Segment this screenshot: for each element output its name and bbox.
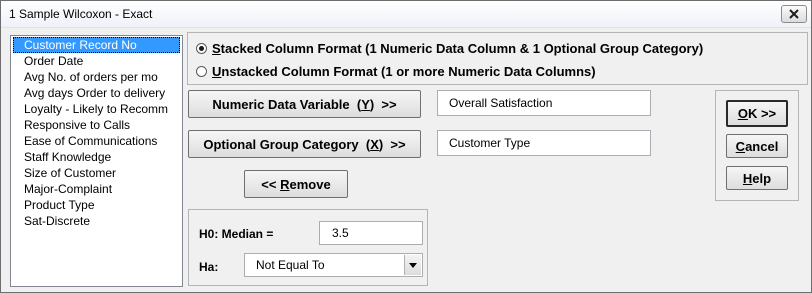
- button-accel: R: [280, 176, 290, 192]
- close-icon: [789, 9, 799, 19]
- list-item[interactable]: Ease of Communications: [11, 133, 182, 149]
- list-item[interactable]: Major-Complaint: [11, 181, 182, 197]
- button-accel: Y: [361, 96, 370, 112]
- dropdown-button[interactable]: [404, 255, 421, 275]
- button-label: K >>: [747, 106, 777, 121]
- ha-select[interactable]: Not Equal To: [244, 253, 423, 277]
- numeric-data-field[interactable]: Overall Satisfaction: [437, 90, 651, 116]
- cancel-button[interactable]: Cancel: [726, 134, 788, 158]
- button-label: ancel: [745, 138, 779, 154]
- list-item[interactable]: Staff Knowledge: [11, 149, 182, 165]
- numeric-data-variable-button[interactable]: Numeric Data Variable (Y) >>: [188, 90, 421, 118]
- h0-median-input[interactable]: 3.5: [319, 221, 423, 245]
- list-item[interactable]: Avg days Order to delivery: [11, 85, 182, 101]
- close-button[interactable]: [781, 5, 807, 23]
- title-bar[interactable]: 1 Sample Wilcoxon - Exact: [1, 1, 811, 28]
- list-item[interactable]: Product Type: [11, 197, 182, 213]
- stacked-format-label: Stacked Column Format (1 Numeric Data Co…: [212, 41, 704, 56]
- button-label: <<: [261, 176, 281, 192]
- ha-label: Ha:: [199, 260, 219, 274]
- stacked-format-radio[interactable]: Stacked Column Format (1 Numeric Data Co…: [196, 41, 703, 56]
- button-label: ) >>: [369, 96, 397, 112]
- radio-button[interactable]: [196, 66, 207, 77]
- button-label: elp: [752, 170, 772, 186]
- chevron-down-icon: [409, 262, 417, 268]
- button-accel: X: [370, 136, 379, 152]
- group-category-field[interactable]: Customer Type: [437, 130, 651, 156]
- unstacked-format-label: Unstacked Column Format (1 or more Numer…: [212, 64, 596, 79]
- format-group: Stacked Column Format (1 Numeric Data Co…: [187, 32, 808, 85]
- window-title: 1 Sample Wilcoxon - Exact: [9, 7, 153, 21]
- dialog-body: Customer Record No Order Date Avg No. of o…: [1, 28, 811, 292]
- button-label: ) >>: [378, 136, 406, 152]
- list-item[interactable]: Responsive to Calls: [11, 117, 182, 133]
- help-button[interactable]: Help: [726, 166, 788, 190]
- unstacked-format-radio[interactable]: Unstacked Column Format (1 or more Numer…: [196, 64, 596, 79]
- button-label: emove: [289, 176, 331, 192]
- ha-select-value: Not Equal To: [256, 258, 325, 272]
- list-item[interactable]: Loyalty - Likely to Recomm: [11, 101, 182, 117]
- variable-listbox[interactable]: Customer Record No Order Date Avg No. of o…: [10, 35, 183, 287]
- h0-median-label: H0: Median =: [199, 227, 274, 241]
- radio-button[interactable]: [196, 43, 207, 54]
- dialog-window: 1 Sample Wilcoxon - Exact Customer Recor…: [0, 0, 812, 293]
- optional-group-category-button[interactable]: Optional Group Category (X) >>: [188, 130, 421, 158]
- list-item[interactable]: Size of Customer: [11, 165, 182, 181]
- list-item[interactable]: Avg No. of orders per mo: [11, 69, 182, 85]
- list-item[interactable]: Sat-Discrete: [11, 213, 182, 229]
- hypothesis-group: H0: Median = 3.5 Ha: Not Equal To: [188, 209, 428, 286]
- list-item[interactable]: Customer Record No: [13, 37, 180, 53]
- button-accel: O: [737, 106, 748, 121]
- remove-button[interactable]: << Remove: [244, 170, 348, 198]
- ok-button[interactable]: OK >>: [726, 100, 788, 127]
- button-accel: H: [742, 170, 753, 186]
- button-accel: C: [735, 138, 746, 154]
- button-label: Optional Group Category (: [203, 136, 371, 152]
- list-item[interactable]: Order Date: [11, 53, 182, 69]
- button-label: Numeric Data Variable (: [212, 96, 362, 112]
